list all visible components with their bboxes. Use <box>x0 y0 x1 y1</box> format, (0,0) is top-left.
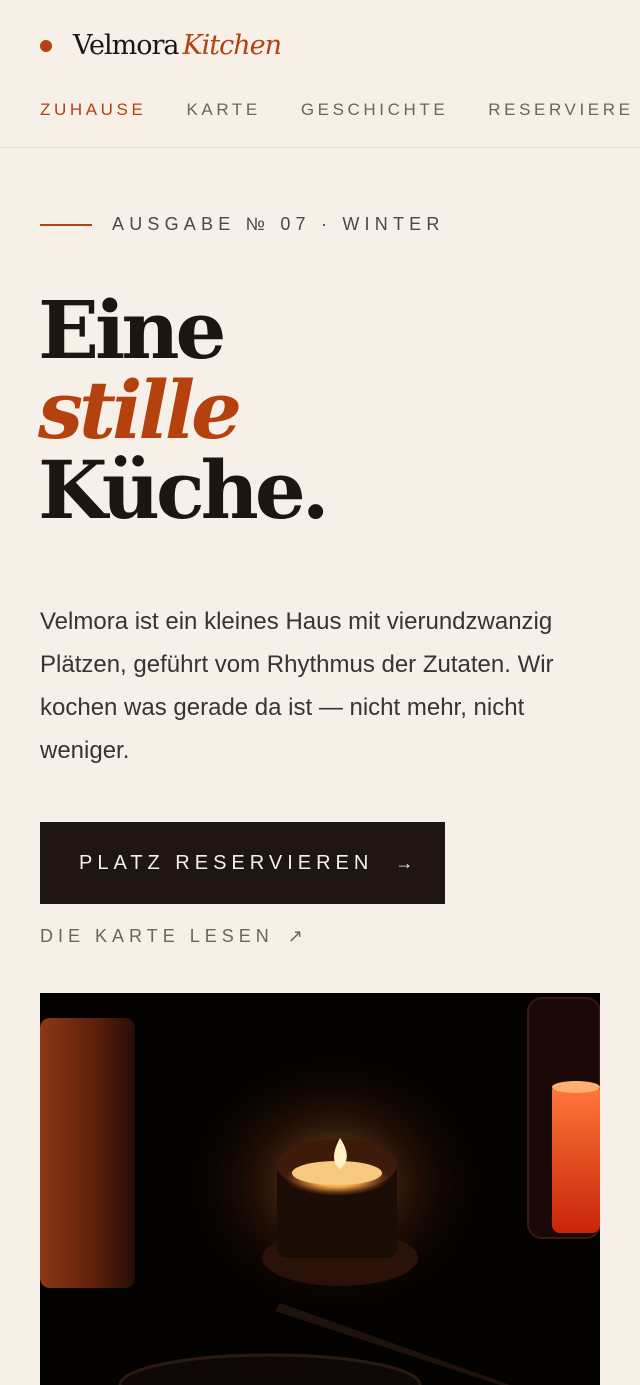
reserve-button-label: PLATZ RESERVIEREN <box>79 851 374 874</box>
eyebrow-text: AUSGABE № 07 · WINTER <box>112 214 445 234</box>
read-menu-link[interactable]: DIE KARTE LESEN ↗ <box>40 926 308 947</box>
read-menu-label: DIE KARTE LESEN <box>40 926 274 946</box>
brand-logo[interactable]: Velmora Kitchen <box>40 30 283 61</box>
headline-line-3: Küche. <box>38 443 330 537</box>
nav-item-geschichte[interactable]: GESCHICHTE <box>301 100 448 120</box>
eyebrow-divider <box>40 223 92 226</box>
hero-candle-photo <box>40 993 600 1385</box>
candle-illustration <box>40 993 600 1385</box>
issue-eyebrow: AUSGABE № 07 · WINTER <box>40 214 445 235</box>
headline-line-1: Eine <box>38 283 226 377</box>
site-header: Velmora Kitchen ZUHAUSE KARTE GESCHICHTE… <box>0 0 640 148</box>
main-nav: ZUHAUSE KARTE GESCHICHTE RESERVIERE <box>40 100 640 120</box>
arrow-up-right-icon: ↗ <box>287 926 308 946</box>
arrow-right-icon: → <box>395 852 414 873</box>
nav-item-karte[interactable]: KARTE <box>186 100 260 120</box>
reserve-button[interactable]: PLATZ RESERVIEREN → <box>40 822 445 904</box>
nav-item-reservieren[interactable]: RESERVIERE <box>488 100 633 120</box>
intro-paragraph: Velmora ist ein kleines Haus mit vierund… <box>40 608 554 764</box>
headline-line-2: stille <box>38 363 242 457</box>
brand-name: Velmora <box>73 30 179 61</box>
brand-accent: Kitchen <box>182 30 283 61</box>
hero-headline: Eine stille Küche. <box>38 283 330 537</box>
brand-dot-icon <box>40 39 52 52</box>
nav-item-zuhause[interactable]: ZUHAUSE <box>40 100 146 120</box>
